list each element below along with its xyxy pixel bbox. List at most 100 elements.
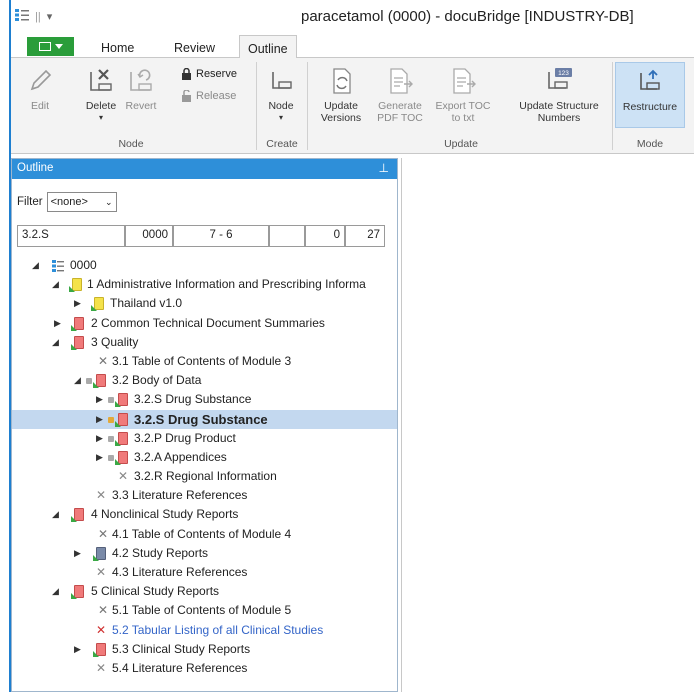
release-button[interactable]: Release (181, 90, 236, 102)
red-folder-icon (108, 393, 128, 408)
expand-icon[interactable]: ▶ (74, 640, 81, 659)
edit-button[interactable]: Edit (23, 66, 57, 112)
generate-pdf-toc-label: Generate PDF TOC (377, 100, 423, 124)
expand-icon[interactable]: ▶ (74, 544, 81, 563)
tree-node[interactable]: ▶ 5.3 Clinical Study Reports (12, 640, 397, 659)
tree-node[interactable]: ✕ 5.2 Tabular Listing of all Clinical St… (12, 621, 397, 640)
outline-tree: ◢ 0000 ◢ 1 Administrative Information an… (12, 256, 397, 678)
tree-node[interactable]: ▶ 3.2.A Appendices (12, 448, 397, 467)
red-folder-icon (108, 412, 128, 427)
tree-node-label: 3.1 Table of Contents of Module 3 (112, 353, 292, 368)
create-node-button[interactable]: Node ▾ (263, 66, 299, 124)
ribbon-tab-row: Home Review Outline (11, 34, 694, 59)
structure-numbers-icon: 123 (548, 68, 572, 89)
tab-outline[interactable]: Outline (239, 35, 297, 59)
tree-node-label: 4.2 Study Reports (112, 545, 209, 560)
tree-node-label: Thailand v1.0 (110, 296, 183, 311)
outline-panel: Outline ⊥ Filter <none> ⌄ 3.2.S 0000 7 -… (11, 158, 398, 692)
node-icon (272, 72, 292, 89)
tab-home[interactable]: Home (93, 38, 142, 58)
collapse-icon[interactable]: ◢ (32, 256, 39, 275)
yellow-folder-icon (91, 297, 104, 312)
expand-icon[interactable]: ▶ (96, 390, 103, 409)
revert-button[interactable]: Revert (121, 66, 161, 112)
export-toc-label: Export TOC to txt (435, 100, 491, 124)
collapse-icon[interactable]: ◢ (52, 333, 59, 352)
tab-review[interactable]: Review (166, 38, 223, 58)
range-field[interactable]: 7 - 6 (173, 225, 269, 247)
tree-node-label: 4.3 Literature References (112, 565, 248, 579)
tree-node[interactable]: ▶ 4.2 Study Reports (12, 544, 397, 563)
quick-access-toolbar: || ▾ (15, 9, 52, 24)
lock-icon (182, 68, 191, 80)
delete-button[interactable]: Delete ▾ (81, 66, 121, 124)
empty-node-icon: ✕ (96, 488, 107, 503)
node-info-fields: 3.2.S 0000 7 - 6 0 27 (17, 225, 385, 247)
sequence-field[interactable]: 0000 (125, 225, 173, 247)
tree-node[interactable]: ✕ 5.4 Literature References (12, 659, 397, 678)
export-toc-button[interactable]: Export TOC to txt (435, 66, 491, 124)
tree-node-label: 3 Quality (91, 334, 139, 349)
tree-node[interactable]: ▶ 3.2.P Drug Product (12, 429, 397, 448)
tree-node[interactable]: ▶ Thailand v1.0 (12, 294, 397, 313)
update-versions-button[interactable]: Update Versions (311, 66, 371, 124)
collapse-icon[interactable]: ◢ (52, 275, 59, 294)
tree-node-label: 0000 (70, 258, 97, 272)
node-label: Node (268, 100, 294, 112)
expand-icon[interactable]: ▶ (74, 294, 81, 313)
title-bar: || ▾ paracetamol (0000) - docuBridge [IN… (11, 0, 694, 34)
count-field[interactable]: 0 (305, 225, 345, 247)
pin-icon[interactable]: ⊥ (379, 161, 389, 175)
file-menu-icon (38, 42, 51, 51)
reserve-button[interactable]: Reserve (181, 68, 237, 80)
expand-icon[interactable]: ▶ (96, 448, 103, 467)
filter-select[interactable]: <none> ⌄ (46, 192, 117, 212)
expand-icon[interactable]: ▶ (96, 410, 103, 429)
tree-node-selected[interactable]: ▶ 3.2.S Drug Substance (12, 409, 397, 429)
expand-icon[interactable]: ▶ (96, 429, 103, 448)
pencil-icon (30, 69, 52, 91)
expand-icon[interactable]: ▶ (54, 314, 61, 333)
red-folder-icon (71, 585, 84, 600)
collapse-icon[interactable]: ◢ (52, 582, 59, 601)
tree-node[interactable]: ▶ 2 Common Technical Document Summaries (12, 314, 397, 333)
tree-node[interactable]: ◢ 5 Clinical Study Reports (12, 582, 397, 601)
tree-node[interactable]: ◢ 0000 (12, 256, 397, 275)
empty-node-icon: ✕ (118, 469, 129, 484)
collapse-icon[interactable]: ◢ (52, 505, 59, 524)
empty-field[interactable] (269, 225, 305, 247)
tree-node[interactable]: ✕ 3.2.R Regional Information (12, 467, 397, 486)
svg-text:123: 123 (558, 70, 569, 77)
collapse-icon[interactable]: ◢ (74, 371, 81, 390)
tree-node-label: 2 Common Technical Document Summaries (91, 315, 325, 330)
filter-label: Filter (17, 196, 43, 208)
update-structure-numbers-label: Update Structure Numbers (519, 100, 599, 124)
edit-label: Edit (30, 100, 50, 112)
tree-node[interactable]: ✕ 5.1 Table of Contents of Module 5 (12, 601, 397, 620)
total-field[interactable]: 27 (345, 225, 385, 247)
update-group-label: Update (444, 138, 478, 150)
tree-node[interactable]: ◢ 3 Quality (12, 333, 397, 352)
generate-pdf-toc-button[interactable]: Generate PDF TOC (373, 66, 427, 124)
file-menu-button[interactable] (27, 37, 74, 56)
tree-node[interactable]: ✕ 4.1 Table of Contents of Module 4 (12, 525, 397, 544)
app-menu-icon[interactable] (15, 9, 29, 24)
tree-node[interactable]: ✕ 4.3 Literature References (12, 563, 397, 582)
tree-node[interactable]: ◢ 4 Nonclinical Study Reports (12, 505, 397, 524)
tree-node-label: 3.2.A Appendices (134, 449, 227, 464)
tree-node[interactable]: ◢ 1 Administrative Information and Presc… (12, 275, 397, 294)
tree-node[interactable]: ▶ 3.2.S Drug Substance (12, 390, 397, 409)
update-versions-label: Update Versions (320, 100, 362, 124)
chevron-down-icon: ▾ (98, 113, 103, 122)
group-separator (256, 62, 257, 150)
tree-node-label: 3.2.P Drug Product (134, 430, 236, 445)
section-field[interactable]: 3.2.S (17, 225, 125, 247)
update-structure-numbers-button[interactable]: 123 Update Structure Numbers (511, 66, 607, 124)
customize-toolbar-icon[interactable]: ▾ (47, 10, 53, 23)
restructure-button[interactable]: Restructure (615, 62, 685, 128)
chevron-down-icon (54, 44, 63, 49)
tree-node[interactable]: ✕ 3.1 Table of Contents of Module 3 (12, 352, 397, 371)
tree-node[interactable]: ✕ 3.3 Literature References (12, 486, 397, 505)
tree-node[interactable]: ◢ 3.2 Body of Data (12, 371, 397, 390)
filter-value: <none> (50, 196, 88, 208)
